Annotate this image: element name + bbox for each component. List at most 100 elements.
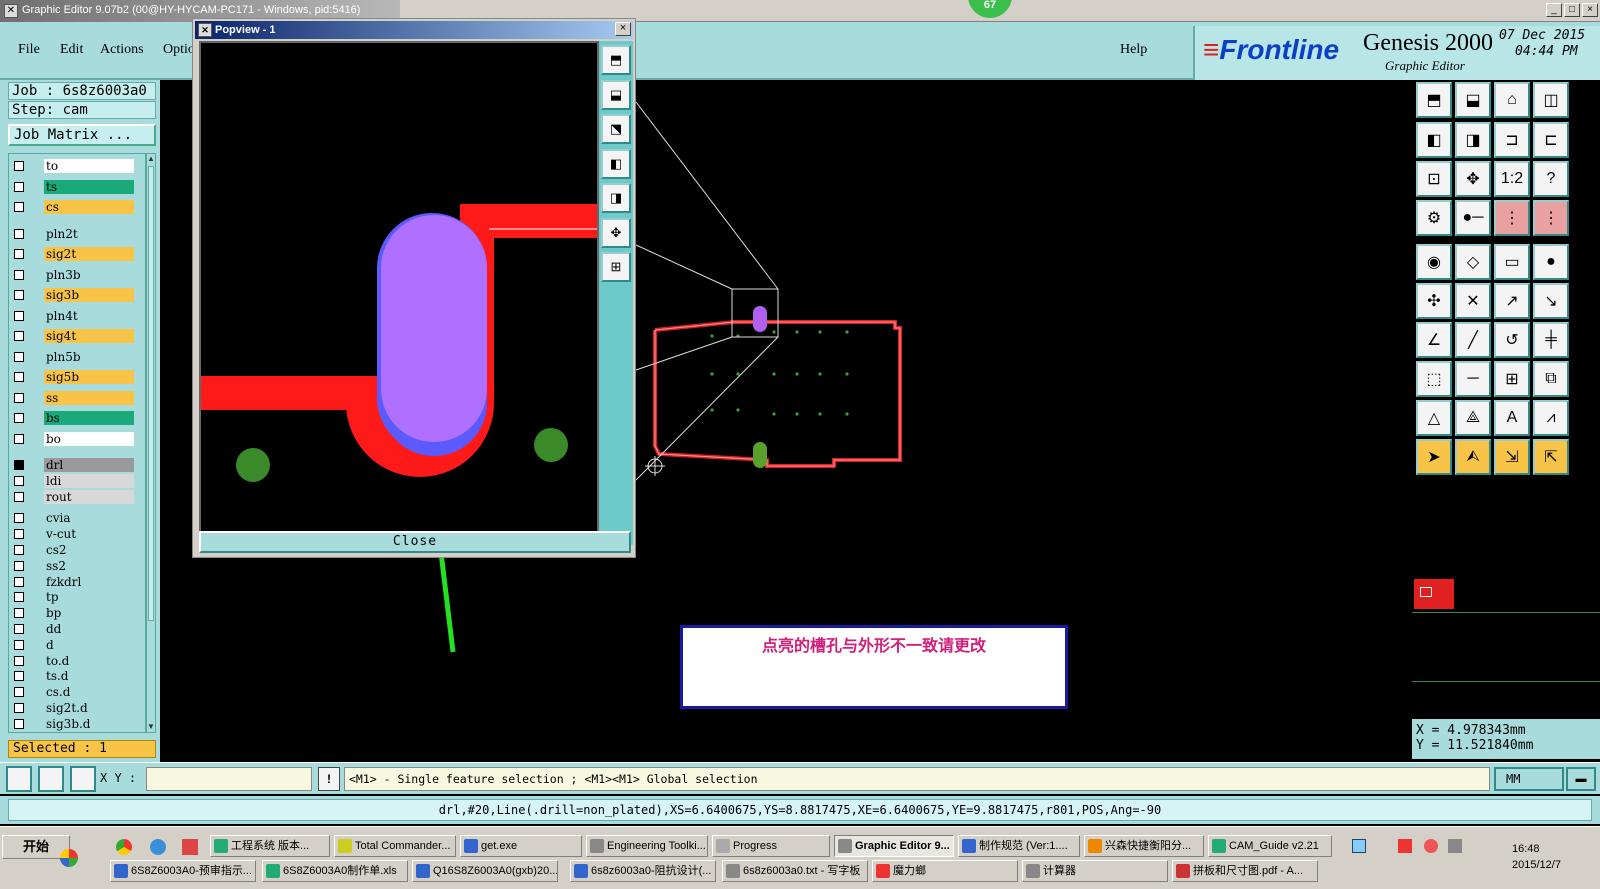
layer-checkbox[interactable]: [14, 351, 24, 362]
layer-row[interactable]: sig4t.d: [9, 732, 145, 733]
toolbar-button-icon[interactable]: △: [1416, 400, 1452, 436]
taskbar-item[interactable]: get.exe: [460, 835, 582, 857]
taskbar-item[interactable]: 6s8z6003a0.txt - 写字板: [722, 860, 868, 882]
layer-checkbox[interactable]: [14, 513, 24, 524]
layer-checkbox[interactable]: [14, 687, 24, 698]
toolbar-button-icon[interactable]: ✥: [1455, 161, 1491, 197]
layer-checkbox[interactable]: [14, 161, 24, 171]
popview-close-icon[interactable]: ×: [615, 22, 631, 36]
mini-map[interactable]: [1412, 579, 1600, 682]
layer-row[interactable]: sig4t: [9, 328, 145, 344]
scroll-thumb[interactable]: [148, 166, 154, 621]
taskbar-item[interactable]: Q16S8Z6003A0(gxb)20...: [412, 860, 558, 882]
layer-checkbox[interactable]: [14, 560, 24, 571]
layer-checkbox[interactable]: [14, 331, 24, 341]
toolbar-button-icon[interactable]: ●: [1533, 244, 1569, 280]
taskbar-item[interactable]: 6S8Z6003A0-预审指示...: [110, 860, 256, 882]
layer-checkbox[interactable]: [14, 475, 24, 486]
toolbar-button-icon[interactable]: ⇲: [1494, 439, 1530, 475]
toolbar-button-icon[interactable]: ◉: [1416, 244, 1452, 280]
popview-tool-icon[interactable]: ⊞: [601, 252, 631, 282]
toolbar-button-icon[interactable]: ◧: [1416, 122, 1452, 158]
layer-checkbox[interactable]: [14, 249, 24, 259]
minimize-button[interactable]: _: [1546, 3, 1562, 17]
toolbar-button-icon[interactable]: ⩘: [1533, 400, 1569, 436]
toolbar-button-icon[interactable]: ⬒: [1416, 82, 1452, 118]
layer-row[interactable]: ss2: [9, 558, 145, 574]
layer-row[interactable]: sig3b.d: [9, 716, 145, 732]
layer-checkbox[interactable]: [14, 202, 24, 212]
layer-checkbox[interactable]: [14, 269, 24, 280]
measure-tool-icon[interactable]: [6, 766, 32, 792]
network-icon[interactable]: [1352, 839, 1366, 853]
layer-checkbox[interactable]: [14, 529, 24, 540]
layer-row[interactable]: cs: [9, 199, 145, 215]
layer-checkbox[interactable]: [14, 639, 24, 650]
angle-tool-icon[interactable]: [38, 766, 64, 792]
layer-row[interactable]: rout: [9, 489, 145, 505]
toolbar-button-icon[interactable]: ⟁: [1455, 400, 1491, 436]
job-matrix-button[interactable]: Job Matrix ...: [8, 124, 156, 146]
popview-canvas[interactable]: [199, 41, 599, 545]
xy-input[interactable]: [146, 767, 312, 791]
app-shortcut-icon[interactable]: [182, 839, 198, 855]
maximize-button[interactable]: □: [1564, 3, 1580, 17]
toolbar-button-icon[interactable]: ↗: [1494, 283, 1530, 319]
layer-checkbox[interactable]: [14, 576, 24, 587]
toolbar-button-icon[interactable]: ◨: [1455, 122, 1491, 158]
toolbar-button-icon[interactable]: ◫: [1533, 82, 1569, 118]
toolbar-button-icon[interactable]: ✣: [1416, 283, 1452, 319]
layer-row[interactable]: v-cut: [9, 526, 145, 542]
layer-row[interactable]: bp: [9, 605, 145, 621]
layer-checkbox[interactable]: [14, 392, 24, 403]
menu-actions[interactable]: Actions: [100, 42, 144, 58]
toolbar-button-icon[interactable]: ●─: [1455, 200, 1491, 236]
toolbar-button-icon[interactable]: 1:2: [1494, 161, 1530, 197]
layer-row[interactable]: to.d: [9, 653, 145, 669]
toolbar-button-icon[interactable]: ⇱: [1533, 439, 1569, 475]
taskbar-item[interactable]: CAM_Guide v2.21: [1208, 835, 1332, 857]
taskbar-item[interactable]: 6s8z6003a0-阻抗设计(...: [570, 860, 716, 882]
popview-tool-icon[interactable]: ✥: [601, 217, 631, 248]
layer-checkbox[interactable]: [14, 671, 24, 682]
layer-row[interactable]: pln5b: [9, 349, 145, 365]
layer-checkbox[interactable]: [14, 460, 24, 470]
toolbar-button-icon[interactable]: ⊞: [1494, 361, 1530, 397]
scroll-up-icon[interactable]: ▲: [147, 154, 155, 164]
toolbar-button-icon[interactable]: ↘: [1533, 283, 1569, 319]
tray-app-icon[interactable]: [1398, 839, 1412, 853]
layer-checkbox[interactable]: [14, 372, 24, 382]
taskbar-item[interactable]: 拼板和尺寸图.pdf - A...: [1172, 860, 1318, 882]
toolbar-button-icon[interactable]: ⧉: [1533, 361, 1569, 397]
taskbar-item[interactable]: 兴森快捷衡阳分...: [1084, 835, 1204, 857]
layer-row[interactable]: ts: [9, 179, 145, 195]
toolbar-button-icon[interactable]: ▭: [1494, 244, 1530, 280]
alert-icon[interactable]: !: [318, 767, 340, 791]
layer-checkbox[interactable]: [14, 433, 24, 444]
layer-row[interactable]: ldi: [9, 473, 145, 489]
toolbar-button-icon[interactable]: ⌂: [1494, 82, 1530, 118]
layer-row[interactable]: cs.d: [9, 684, 145, 700]
units-dropdown-icon[interactable]: ▬: [1566, 767, 1596, 791]
toolbar-button-icon[interactable]: ╱: [1455, 322, 1491, 358]
taskbar-item[interactable]: 制作规范 (Ver:1....: [958, 835, 1080, 857]
scroll-down-icon[interactable]: ▼: [147, 722, 155, 732]
layer-row[interactable]: pln4t: [9, 308, 145, 324]
layer-checkbox[interactable]: [14, 624, 24, 634]
slot-hole-highlighted[interactable]: [753, 306, 767, 332]
layer-checkbox[interactable]: [14, 608, 24, 619]
layer-row[interactable]: ss: [9, 390, 145, 406]
popview-tool-icon[interactable]: ◧: [601, 148, 631, 179]
slot-hole[interactable]: [753, 442, 767, 468]
toolbar-button-icon[interactable]: ⊡: [1416, 161, 1452, 197]
layer-row[interactable]: sig3b: [9, 287, 145, 303]
layer-checkbox[interactable]: [14, 413, 24, 423]
toolbar-button-icon[interactable]: ⊏: [1533, 122, 1569, 158]
tray-update-icon[interactable]: [1424, 839, 1438, 853]
taskbar-item[interactable]: Total Commander...: [334, 835, 456, 857]
toolbar-button-icon[interactable]: ╪: [1533, 322, 1569, 358]
layer-row[interactable]: sig2t: [9, 246, 145, 262]
menu-file[interactable]: File: [18, 42, 40, 58]
close-button[interactable]: ×: [1582, 3, 1598, 17]
popview-tool-icon[interactable]: ⬔: [601, 114, 631, 144]
